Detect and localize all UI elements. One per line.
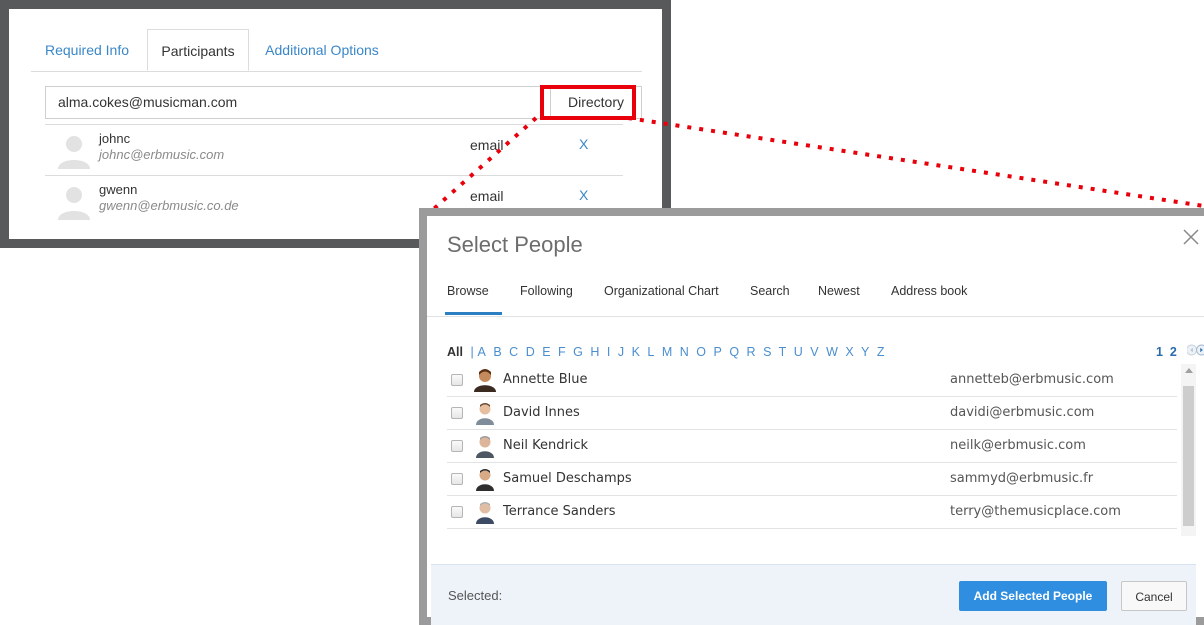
- filter-letter[interactable]: V: [810, 345, 818, 359]
- selected-label: Selected:: [448, 588, 503, 603]
- people-list: Annette Blue annetteb@erbmusic.com David…: [447, 364, 1177, 529]
- person-photo: [476, 403, 494, 425]
- directory-highlight-box: [540, 85, 636, 120]
- people-list-scrollbar[interactable]: [1181, 364, 1196, 536]
- filter-letter[interactable]: K: [632, 345, 640, 359]
- page-nav-arrows-icon[interactable]: [1187, 341, 1204, 359]
- filter-letter[interactable]: U: [794, 345, 803, 359]
- filter-letter[interactable]: E: [542, 345, 550, 359]
- person-email: annetteb@erbmusic.com: [950, 372, 1114, 387]
- person-row[interactable]: Terrance Sanders terry@themusicplace.com: [447, 496, 1177, 529]
- filter-letter[interactable]: J: [618, 345, 624, 359]
- person-row[interactable]: Annette Blue annetteb@erbmusic.com: [447, 364, 1177, 397]
- filter-letter[interactable]: O: [696, 345, 706, 359]
- add-selected-people-button[interactable]: Add Selected People: [959, 581, 1107, 611]
- tab-newest[interactable]: Newest: [818, 284, 860, 298]
- filter-letter[interactable]: L: [647, 345, 654, 359]
- panel-tabs: Required Info Participants Additional Op…: [31, 29, 642, 72]
- page-link[interactable]: 2: [1170, 345, 1177, 359]
- person-checkbox[interactable]: [451, 374, 463, 386]
- filter-letter[interactable]: D: [526, 345, 535, 359]
- person-checkbox[interactable]: [451, 407, 463, 419]
- close-icon[interactable]: [1178, 224, 1204, 250]
- filter-letter[interactable]: P: [714, 345, 722, 359]
- active-tab-underline: [445, 312, 502, 315]
- filter-letter[interactable]: M: [662, 345, 672, 359]
- alphabet-filter: All | A B C D E F G H I J K L M N O P Q …: [447, 345, 888, 359]
- tab-browse[interactable]: Browse: [447, 284, 489, 298]
- select-people-dialog: Select People Browse Following Organizat…: [419, 208, 1204, 625]
- remove-participant-button[interactable]: X: [579, 187, 588, 203]
- filter-letter[interactable]: X: [845, 345, 853, 359]
- filter-letter[interactable]: Q: [729, 345, 739, 359]
- filter-letter[interactable]: A: [478, 345, 486, 359]
- page-link[interactable]: 1: [1156, 345, 1163, 359]
- person-checkbox[interactable]: [451, 506, 463, 518]
- tab-organizational-chart[interactable]: Organizational Chart: [604, 284, 719, 298]
- person-row[interactable]: David Innes davidi@erbmusic.com: [447, 397, 1177, 430]
- person-email: sammyd@erbmusic.fr: [950, 471, 1094, 486]
- participant-type: email: [470, 137, 504, 153]
- participant-email: johnc@erbmusic.com: [99, 147, 225, 162]
- filter-separator: |: [470, 345, 474, 359]
- participant-row: johnc johnc@erbmusic.com email X: [45, 124, 623, 175]
- scroll-up-arrow-icon[interactable]: [1185, 368, 1193, 373]
- filter-letter[interactable]: I: [607, 345, 610, 359]
- avatar-placeholder-icon: [58, 187, 90, 220]
- filter-letter[interactable]: Z: [877, 345, 885, 359]
- avatar-placeholder-icon: [58, 136, 90, 169]
- filter-letter[interactable]: T: [779, 345, 787, 359]
- email-input-value[interactable]: alma.cokes@musicman.com: [58, 87, 237, 118]
- person-checkbox[interactable]: [451, 440, 463, 452]
- participant-name: johnc: [99, 131, 131, 146]
- person-email: terry@themusicplace.com: [950, 504, 1121, 519]
- person-name: Samuel Deschamps: [503, 471, 632, 486]
- tab-address-book[interactable]: Address book: [891, 284, 967, 298]
- cancel-button[interactable]: Cancel: [1121, 581, 1187, 611]
- person-checkbox[interactable]: [451, 473, 463, 485]
- person-photo: [474, 369, 496, 392]
- filter-all[interactable]: All: [447, 345, 463, 359]
- filter-letter[interactable]: B: [493, 345, 501, 359]
- person-photo: [476, 436, 494, 458]
- tab-search[interactable]: Search: [750, 284, 790, 298]
- person-photo: [476, 469, 494, 491]
- scrollbar-thumb[interactable]: [1183, 386, 1194, 526]
- person-photo: [476, 502, 494, 524]
- person-row[interactable]: Samuel Deschamps sammyd@erbmusic.fr: [447, 463, 1177, 496]
- filter-letter[interactable]: R: [747, 345, 756, 359]
- filter-letter[interactable]: C: [509, 345, 518, 359]
- participant-type: email: [470, 188, 504, 204]
- filter-letter[interactable]: Y: [861, 345, 869, 359]
- participant-name: gwenn: [99, 182, 138, 197]
- person-name: Annette Blue: [503, 372, 588, 387]
- person-row[interactable]: Neil Kendrick neilk@erbmusic.com: [447, 430, 1177, 463]
- tab-participants[interactable]: Participants: [147, 29, 249, 71]
- person-email: neilk@erbmusic.com: [950, 438, 1086, 453]
- person-name: Terrance Sanders: [503, 504, 616, 519]
- filter-letter[interactable]: H: [590, 345, 599, 359]
- filter-letter[interactable]: N: [680, 345, 689, 359]
- person-email: davidi@erbmusic.com: [950, 405, 1095, 420]
- dialog-title: Select People: [447, 232, 583, 257]
- dialog-tabs: Browse Following Organizational Chart Se…: [427, 266, 1204, 317]
- filter-letter[interactable]: F: [558, 345, 566, 359]
- filter-letter[interactable]: S: [763, 345, 771, 359]
- pagination: 1 2: [1156, 345, 1177, 359]
- filter-letter[interactable]: G: [573, 345, 583, 359]
- person-name: Neil Kendrick: [503, 438, 589, 453]
- tab-following[interactable]: Following: [520, 284, 573, 298]
- person-name: David Innes: [503, 405, 580, 420]
- dialog-footer: Selected: Add Selected People Cancel: [431, 564, 1196, 625]
- tab-additional-options[interactable]: Additional Options: [259, 29, 385, 71]
- participant-email: gwenn@erbmusic.co.de: [99, 198, 239, 213]
- filter-letter[interactable]: W: [826, 345, 838, 359]
- remove-participant-button[interactable]: X: [579, 136, 588, 152]
- tab-required-info[interactable]: Required Info: [31, 29, 143, 71]
